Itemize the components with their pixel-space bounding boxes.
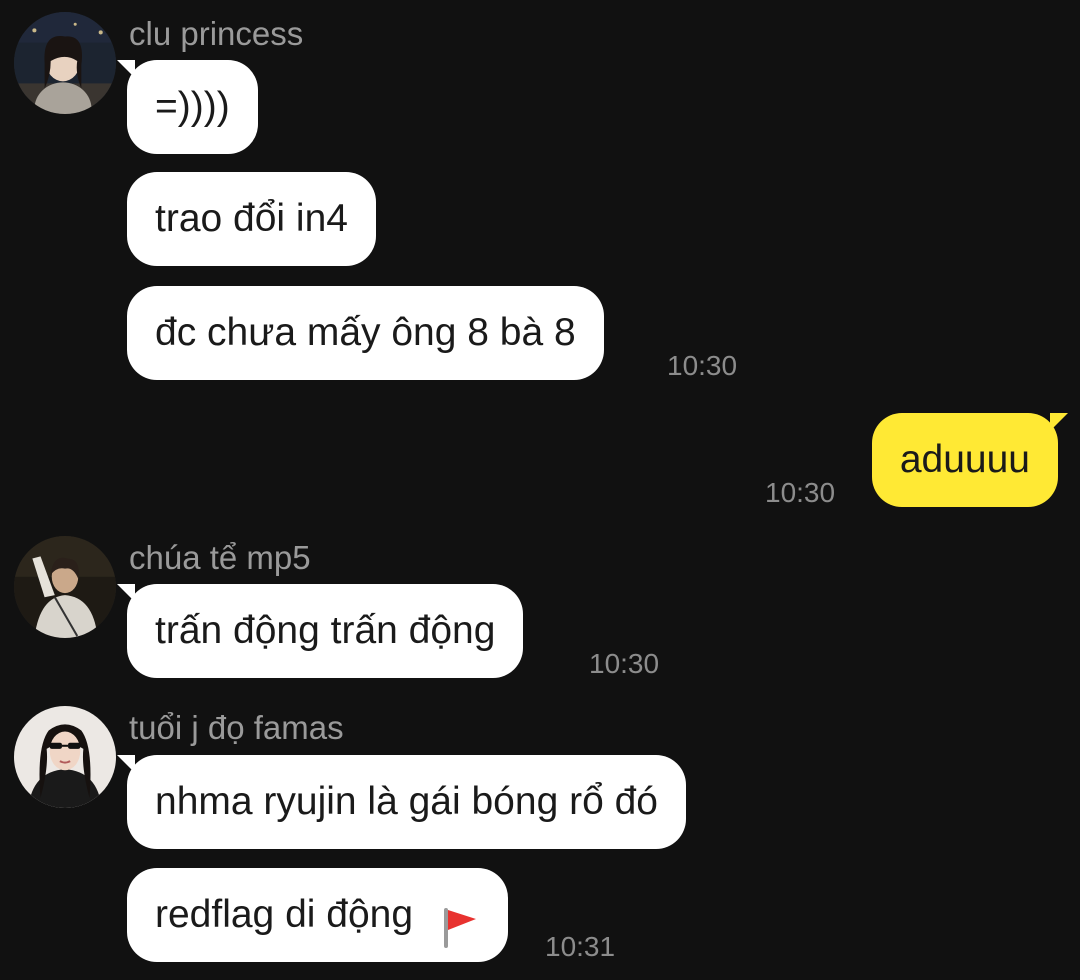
bubble-tail bbox=[1050, 413, 1068, 431]
message-text: trấn động trấn động bbox=[155, 609, 496, 652]
avatar-tuoi-j-do-famas[interactable] bbox=[14, 706, 116, 808]
user-avatar-icon bbox=[14, 12, 116, 114]
message-text: trao đổi in4 bbox=[155, 197, 348, 240]
message-text: nhma ryujin là gái bóng rổ đó bbox=[155, 780, 658, 823]
message-bubble[interactable]: =)))) bbox=[117, 60, 258, 154]
user-avatar-icon bbox=[14, 536, 116, 638]
message-bubble[interactable]: trao đổi in4 bbox=[127, 172, 376, 266]
message-text: aduuuu bbox=[899, 438, 1030, 481]
message-timestamp: 10:30 bbox=[667, 350, 738, 381]
message-timestamp: 10:31 bbox=[545, 931, 616, 962]
bubble-tail bbox=[117, 60, 135, 78]
avatar-clu-princess[interactable] bbox=[14, 12, 116, 114]
message-text: =)))) bbox=[155, 85, 230, 128]
message-text: đc chưa mấy ông 8 bà 8 bbox=[155, 311, 576, 354]
chat-thread: clu princess =)))) trao đổi in4 đc chưa … bbox=[0, 0, 1080, 980]
user-avatar-icon bbox=[14, 706, 116, 808]
avatar-chua-te-mp5[interactable] bbox=[14, 536, 116, 638]
sender-name: chúa tể mp5 bbox=[129, 539, 311, 576]
red-flag-icon bbox=[440, 891, 480, 948]
message-timestamp: 10:30 bbox=[589, 648, 660, 679]
message-bubble[interactable]: đc chưa mấy ông 8 bà 8 bbox=[127, 286, 604, 380]
sender-name: clu princess bbox=[129, 15, 304, 52]
bubble-tail bbox=[117, 584, 135, 602]
bubble-tail bbox=[117, 755, 135, 773]
message-timestamp: 10:30 bbox=[765, 477, 836, 508]
sender-name: tuổi j đọ famas bbox=[129, 709, 344, 746]
message-text: redflag di động bbox=[155, 893, 414, 936]
message-bubble[interactable]: trấn động trấn động bbox=[117, 584, 524, 678]
message-bubble[interactable]: redflag di động bbox=[127, 868, 508, 962]
own-message-bubble[interactable]: aduuuu bbox=[871, 413, 1068, 507]
message-bubble[interactable]: nhma ryujin là gái bóng rổ đó bbox=[117, 755, 686, 849]
